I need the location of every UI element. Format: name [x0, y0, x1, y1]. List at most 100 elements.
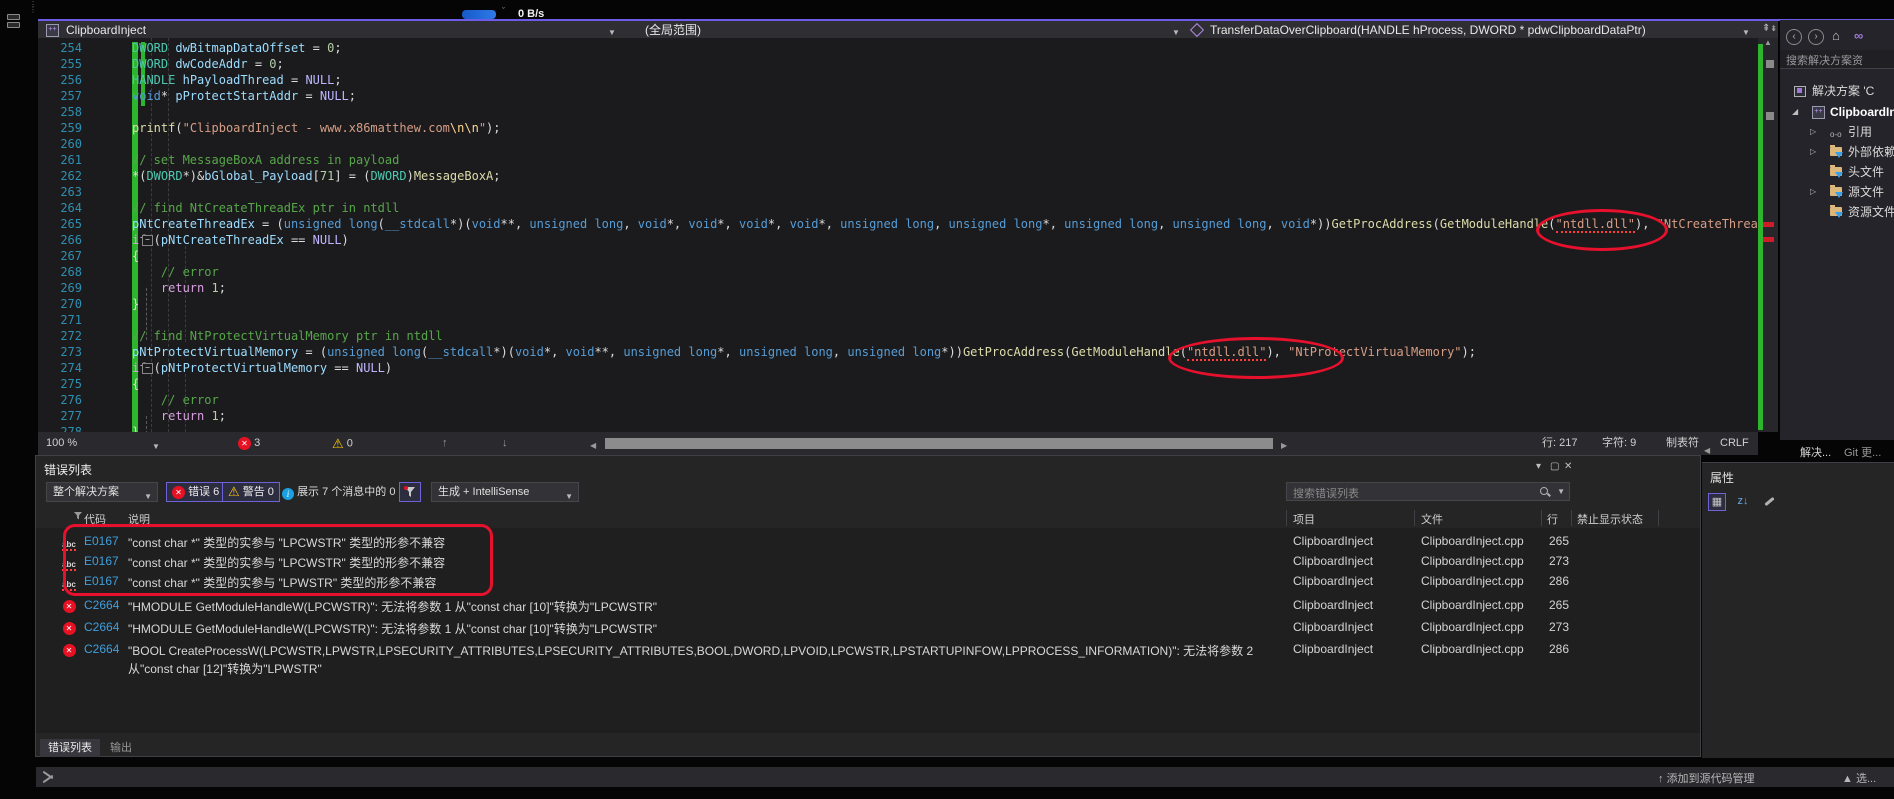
next-issue-icon[interactable]: ↓: [502, 436, 508, 451]
zoom-level-dropdown[interactable]: 100 %: [46, 436, 77, 451]
annotation-circle-ntdll-1: [1536, 209, 1668, 251]
chevron-down-icon[interactable]: ▼: [1557, 487, 1565, 496]
search-icon[interactable]: [1539, 486, 1551, 498]
annotation-circle-ntdll-2: [1168, 337, 1344, 379]
code-line[interactable]: printf("ClipboardInject - www.x86matthew…: [38, 120, 1758, 136]
fold-marker-icon[interactable]: −: [142, 363, 153, 374]
tree-item-folder-filter[interactable]: 资源文件: [1780, 203, 1894, 221]
editor-vertical-scrollbar[interactable]: ▲: [1758, 38, 1778, 432]
code-line[interactable]: *(DWORD*)&bGlobal_Payload[71] = (DWORD)M…: [38, 168, 1758, 184]
tree-item-folder-filter[interactable]: ▷ 源文件: [1780, 183, 1894, 201]
scrollbar-thumb[interactable]: [1766, 60, 1774, 68]
wrench-icon[interactable]: [1762, 493, 1780, 511]
tree-item-references[interactable]: ▷ o-o 引用: [1780, 123, 1894, 141]
error-project: ClipboardInject: [1293, 620, 1374, 634]
fold-marker-icon[interactable]: −: [142, 235, 153, 246]
code-line[interactable]: {: [38, 376, 1758, 392]
code-line[interactable]: if (pNtProtectVirtualMemory == NULL): [38, 360, 1758, 376]
code-line[interactable]: // error: [38, 392, 1758, 408]
scope-dropdown[interactable]: (全局范围): [645, 22, 701, 38]
member-dropdown[interactable]: TransferDataOverClipboard(HANDLE hProces…: [1210, 22, 1646, 38]
forward-icon[interactable]: ›: [1808, 29, 1824, 45]
tree-item-folder-filter[interactable]: 头文件: [1780, 163, 1894, 181]
warning-count-indicator[interactable]: ⚠ 0: [332, 436, 353, 451]
search-placeholder: 搜索错误列表: [1293, 488, 1359, 500]
horizontal-scrollbar-thumb[interactable]: [605, 438, 1273, 449]
code-line[interactable]: [38, 184, 1758, 200]
tree-item-cpp-project[interactable]: ◢ ++ ClipboardInject: [1780, 103, 1894, 121]
error-project: ClipboardInject: [1293, 574, 1374, 588]
visual-studio-icon[interactable]: ∞: [1854, 28, 1863, 43]
repo-picker[interactable]: ▲ 选...: [1842, 770, 1876, 786]
column-header-suppress[interactable]: 禁止显示状态: [1577, 511, 1643, 527]
error-count-indicator[interactable]: ✕ 3: [238, 436, 260, 451]
code-line[interactable]: }: [38, 296, 1758, 312]
errors-toggle-button[interactable]: ✕ 错误 6: [166, 482, 226, 502]
scroll-right-icon[interactable]: ▶: [1281, 438, 1287, 453]
prev-issue-icon[interactable]: ↑: [442, 436, 448, 451]
column-header-line[interactable]: 行: [1547, 511, 1558, 527]
code-line[interactable]: DWORD dwCodeAddr = 0;: [38, 56, 1758, 72]
scroll-left-icon[interactable]: ◀: [590, 438, 596, 453]
code-line[interactable]: HANDLE hPayloadThread = NULL;: [38, 72, 1758, 88]
tools-icon[interactable]: [42, 770, 54, 784]
add-to-source-control[interactable]: ↑ 添加到源代码管理: [1658, 770, 1755, 786]
solution-search-box[interactable]: 搜索解决方案资: [1780, 50, 1894, 69]
error-search-box[interactable]: 搜索错误列表 ▼: [1286, 482, 1570, 501]
folder-filter-icon: [1830, 165, 1843, 178]
home-icon[interactable]: ⌂: [1832, 28, 1840, 43]
tab-solution-explorer[interactable]: 解决...: [1800, 444, 1831, 460]
code-line[interactable]: [38, 312, 1758, 328]
icon-column-header[interactable]: [74, 511, 83, 523]
code-line[interactable]: [38, 136, 1758, 152]
source-filter-dropdown[interactable]: 生成 + IntelliSense ▼: [431, 482, 579, 502]
messages-toggle-button[interactable]: i 展示 7 个消息中的 0 个: [282, 482, 410, 502]
code-line[interactable]: DWORD dwBitmapDataOffset = 0;: [38, 40, 1758, 56]
chevron-down-icon[interactable]: ▼: [152, 439, 160, 454]
tab-output[interactable]: 输出: [102, 739, 140, 757]
fold-guide: [146, 288, 147, 340]
code-line[interactable]: // error: [38, 264, 1758, 280]
maximize-icon[interactable]: ▢: [1550, 461, 1559, 472]
tree-item-solution[interactable]: 解决方案 'C: [1780, 82, 1894, 100]
code-line[interactable]: {: [38, 248, 1758, 264]
categorize-icon[interactable]: ▦: [1708, 493, 1726, 511]
dock-stack-icon[interactable]: [7, 14, 20, 30]
code-line[interactable]: return 1;: [38, 408, 1758, 424]
scroll-up-icon[interactable]: ▲: [1764, 38, 1772, 47]
project-dropdown[interactable]: ClipboardInject: [66, 22, 146, 38]
code-line[interactable]: [38, 104, 1758, 120]
scrollbar-mark: [1766, 112, 1774, 120]
column-header-file[interactable]: 文件: [1421, 511, 1443, 527]
tree-item-folder-filter[interactable]: ▷ 外部依赖项: [1780, 143, 1894, 161]
code-line[interactable]: // set MessageBoxA address in payload: [38, 152, 1758, 168]
tab-error-list[interactable]: 错误列表: [40, 739, 100, 757]
warnings-toggle-button[interactable]: ⚠ 警告 0: [222, 482, 280, 502]
status-tabs-mode[interactable]: 制表符: [1666, 436, 1699, 451]
code-line[interactable]: // find NtCreateThreadEx ptr in ntdll: [38, 200, 1758, 216]
tab-git-changes[interactable]: Git 更...: [1844, 444, 1881, 460]
collapse-icon[interactable]: ◢: [1792, 103, 1798, 121]
code-editor[interactable]: 254 255 256 257 258 259 260 261 262 263 264 265 266 2…: [38, 38, 1758, 432]
expand-icon[interactable]: ▷: [1810, 143, 1816, 161]
code-line[interactable]: void* pProtectStartAddr = NULL;: [38, 88, 1758, 104]
back-icon[interactable]: ‹: [1786, 29, 1802, 45]
code-line[interactable]: return 1;: [38, 280, 1758, 296]
code-line[interactable]: }: [38, 424, 1758, 432]
error-file: ClipboardInject.cpp: [1421, 642, 1524, 656]
column-header-project[interactable]: 项目: [1293, 511, 1315, 527]
window-position-icon[interactable]: ▾: [1536, 461, 1541, 472]
expand-icon[interactable]: ▷: [1810, 123, 1816, 141]
split-editor-icon[interactable]: ⇞⇟: [1762, 21, 1777, 37]
code-line[interactable]: // find NtProtectVirtualMemory ptr in nt…: [38, 328, 1758, 344]
scroll-left-icon[interactable]: ◀: [1704, 446, 1710, 455]
scope-filter-dropdown[interactable]: 整个解决方案 ▼: [46, 482, 158, 502]
filter-button[interactable]: [399, 482, 421, 502]
sort-alpha-icon[interactable]: z↓: [1734, 493, 1752, 511]
close-icon[interactable]: ✕: [1564, 461, 1572, 472]
code-line[interactable]: pNtProtectVirtualMemory = (unsigned long…: [38, 344, 1758, 361]
code-line[interactable]: pNtCreateThreadEx = (unsigned long(__std…: [38, 216, 1758, 233]
code-line[interactable]: if (pNtCreateThreadEx == NULL): [38, 232, 1758, 248]
expand-icon[interactable]: ▷: [1810, 183, 1816, 201]
error-line: 265: [1549, 598, 1570, 612]
